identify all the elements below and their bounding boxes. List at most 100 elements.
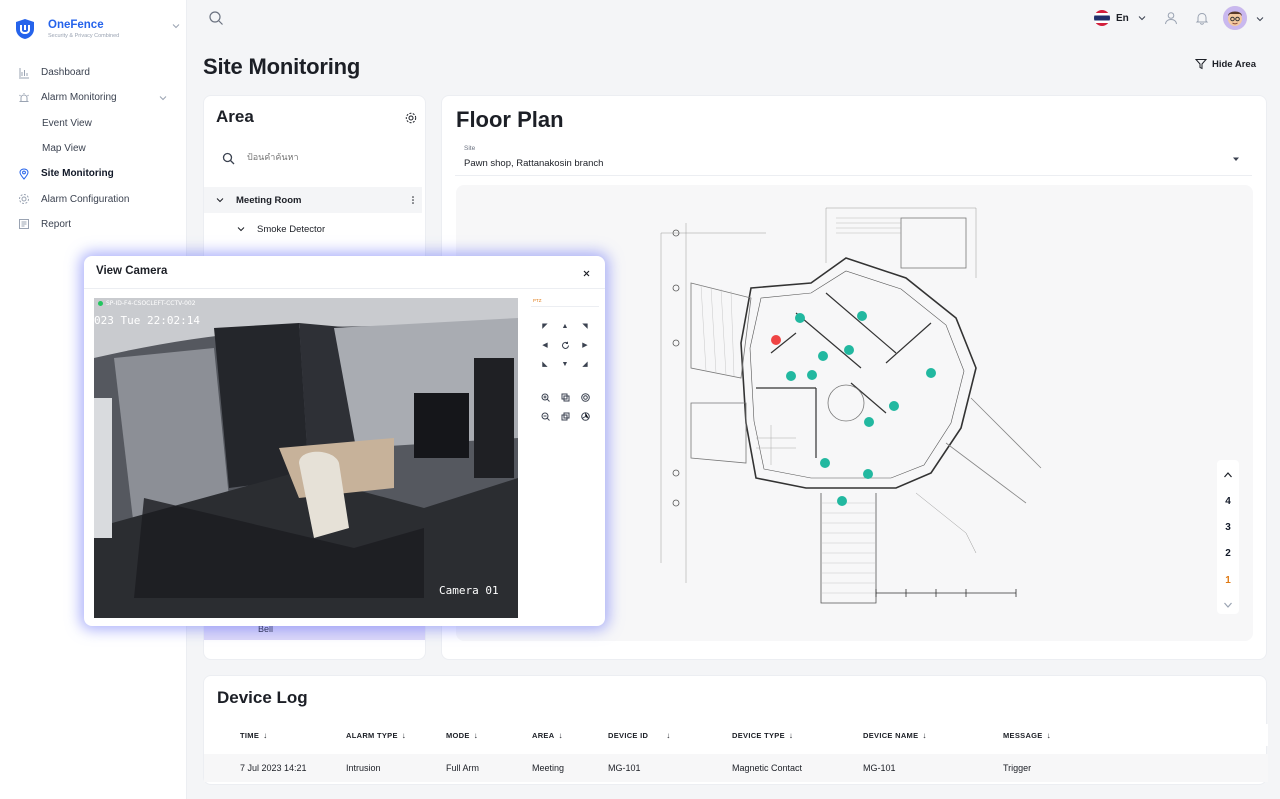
chevron-down-icon[interactable]	[1256, 15, 1264, 23]
sort-arrow-icon: ↓	[473, 730, 479, 740]
camera-feed[interactable]: SP-ID-F4-CSOCLEFT-CCTV-002 023 Tue 22:02…	[94, 298, 518, 618]
ptz-down-right-button[interactable]: ◢	[579, 358, 591, 370]
zoom-out-button[interactable]	[539, 410, 551, 422]
sort-arrow-icon: ↓	[788, 730, 794, 740]
alarm-icon	[19, 92, 29, 102]
sidebar-nav: Dashboard Alarm Monitoring Event View Ma…	[0, 60, 187, 237]
bell-icon[interactable]	[1195, 11, 1209, 25]
column-header-mode[interactable]: MODE ↓	[446, 724, 478, 746]
floor-button-1[interactable]: 1	[1217, 569, 1239, 591]
ptz-right-button[interactable]: ▶	[579, 339, 591, 351]
camera-timestamp: 023 Tue 22:02:14	[94, 314, 200, 327]
sort-arrow-icon: ↓	[922, 730, 927, 740]
focus-icon	[561, 412, 569, 420]
device-log-header: TIME ↓ ALARM TYPE ↓ MODE ↓ AREA ↓ DEVICE ID ↓…	[204, 724, 1268, 746]
gear-icon[interactable]	[405, 112, 417, 124]
close-icon[interactable]	[582, 269, 591, 278]
hide-area-button[interactable]: Hide Area	[1195, 58, 1256, 70]
chart-icon	[19, 67, 29, 79]
column-header-area[interactable]: AREA ↓	[532, 724, 563, 746]
brand[interactable]: OneFence Security & Privacy Combined	[14, 18, 119, 40]
column-header-device-name[interactable]: DEVICE NAME ↓	[863, 724, 927, 746]
column-header-device-type[interactable]: DEVICE TYPE ↓	[732, 724, 793, 746]
iris-close-button[interactable]	[579, 410, 591, 422]
language-label: En	[1116, 12, 1129, 24]
focus-near-button[interactable]	[559, 391, 571, 403]
search-icon[interactable]	[208, 10, 224, 26]
hide-area-label: Hide Area	[1212, 58, 1256, 70]
chevron-down-icon	[1224, 602, 1232, 608]
column-header-alarm-type[interactable]: ALARM TYPE ↓	[346, 724, 406, 746]
floor-up-button[interactable]	[1217, 464, 1239, 486]
sort-arrow-icon: ↓	[558, 730, 563, 740]
filter-icon	[1195, 59, 1207, 70]
page-title: Site Monitoring	[203, 54, 361, 79]
sidebar-item-alarm-configuration[interactable]: Alarm Configuration	[0, 186, 187, 211]
ptz-label: PTZ	[533, 298, 542, 303]
cell-device-type: Magnetic Contact	[732, 763, 803, 773]
sidebar-item-label: Dashboard	[41, 67, 90, 79]
kebab-menu-icon[interactable]	[409, 196, 417, 204]
tree-item-label: Meeting Room	[236, 194, 302, 206]
tree-item-smoke-detector[interactable]: Smoke Detector	[204, 216, 422, 242]
column-header-message[interactable]: MESSAGE ↓	[1003, 724, 1051, 746]
area-search-input[interactable]	[247, 153, 397, 163]
chevron-down-icon	[237, 227, 245, 232]
user-icon[interactable]	[1164, 11, 1178, 25]
device-log-title: Device Log	[217, 688, 308, 707]
sidebar-item-site-monitoring[interactable]: Site Monitoring	[0, 161, 187, 186]
tree-item-meeting-room[interactable]: Meeting Room	[204, 187, 422, 213]
floor-plan-title: Floor Plan	[456, 107, 564, 132]
sidebar-item-dashboard[interactable]: Dashboard	[0, 60, 187, 85]
column-header-device-id[interactable]: DEVICE ID ↓	[608, 724, 671, 746]
floor-plan-drawing	[660, 207, 1042, 604]
sidebar-item-label: Site Monitoring	[41, 168, 114, 180]
column-header-time[interactable]: TIME ↓	[240, 724, 267, 746]
location-pin-icon	[19, 168, 29, 180]
site-select[interactable]: Site Pawn shop, Rattanakosin branch	[455, 141, 1252, 176]
sidebar-item-alarm-monitoring[interactable]: Alarm Monitoring	[0, 85, 187, 110]
focus-far-button[interactable]	[559, 410, 571, 422]
ptz-down-left-button[interactable]: ◣	[539, 358, 551, 370]
sort-arrow-icon: ↓	[263, 730, 268, 740]
chevron-down-icon	[1138, 16, 1146, 21]
cell-device-name: MG-101	[863, 763, 896, 773]
ptz-controls: PTZ ◤ ▲ ◥ ◀ ▶ ◣ ▼ ◢	[531, 298, 599, 438]
sort-arrow-icon: ↓	[1046, 730, 1051, 740]
floor-button-3[interactable]: 3	[1217, 516, 1239, 538]
sidebar-item-report[interactable]: Report	[0, 212, 187, 237]
camera-scene	[94, 298, 518, 618]
floor-button-4[interactable]: 4	[1217, 490, 1239, 512]
table-row[interactable]: 7 Jul 2023 14:21 Intrusion Full Arm Meet…	[204, 754, 1268, 782]
cell-device-id: MG-101	[608, 763, 641, 773]
area-search	[212, 141, 412, 175]
iris-open-button[interactable]	[579, 391, 591, 403]
zoom-in-button[interactable]	[539, 391, 551, 403]
ptz-up-right-button[interactable]: ◥	[579, 320, 591, 332]
focus-icon	[561, 393, 569, 401]
cell-time: 7 Jul 2023 14:21	[240, 763, 307, 773]
site-value: Pawn shop, Rattanakosin branch	[464, 158, 604, 169]
camera-id-label: SP-ID-F4-CSOCLEFT-CCTV-002	[98, 300, 196, 307]
chevron-down-icon	[159, 96, 167, 101]
brand-name: OneFence	[48, 18, 104, 31]
view-camera-modal: View Camera SP-ID-F4-CSOCLEFT-CCTV-002 0…	[84, 256, 605, 626]
chevron-down-icon[interactable]	[172, 22, 180, 30]
chevron-up-icon	[1224, 472, 1232, 478]
floor-button-2[interactable]: 2	[1217, 542, 1239, 564]
sidebar-item-event-view[interactable]: Event View	[0, 111, 187, 136]
sidebar-item-map-view[interactable]: Map View	[0, 136, 187, 161]
avatar[interactable]	[1223, 6, 1247, 30]
language-selector[interactable]: En	[1094, 10, 1146, 26]
ptz-reset-button[interactable]	[559, 339, 571, 351]
ptz-up-left-button[interactable]: ◤	[539, 320, 551, 332]
ptz-down-button[interactable]: ▼	[559, 358, 571, 370]
floor-down-button[interactable]	[1217, 594, 1239, 616]
avatar-face-icon	[1223, 6, 1247, 30]
modal-divider	[84, 288, 605, 289]
modal-title: View Camera	[96, 265, 168, 277]
cell-alarm-type: Intrusion	[346, 763, 381, 773]
ptz-up-button[interactable]: ▲	[559, 320, 571, 332]
ptz-left-button[interactable]: ◀	[539, 339, 551, 351]
gear-icon	[19, 194, 29, 205]
